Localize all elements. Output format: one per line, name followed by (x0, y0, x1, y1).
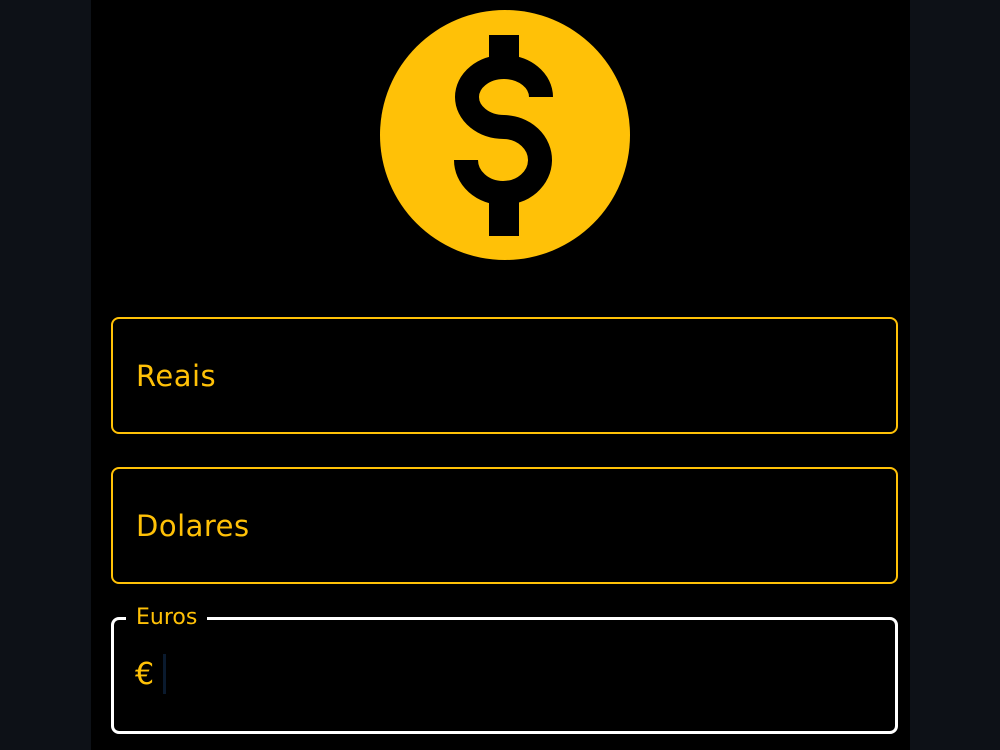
reais-field[interactable]: Reais (111, 317, 898, 434)
text-caret (163, 654, 166, 694)
euros-input[interactable] (169, 650, 869, 698)
dollar-coin-icon (380, 10, 630, 260)
dolares-field[interactable]: Dolares (111, 467, 898, 584)
reais-label: Reais (136, 358, 217, 393)
euros-label: Euros (126, 605, 208, 631)
euros-field[interactable]: Euros € (111, 605, 898, 734)
app-screen: Reais Dolares Euros € (91, 0, 910, 750)
euro-prefix: € (135, 657, 155, 692)
dolares-label: Dolares (136, 508, 250, 543)
